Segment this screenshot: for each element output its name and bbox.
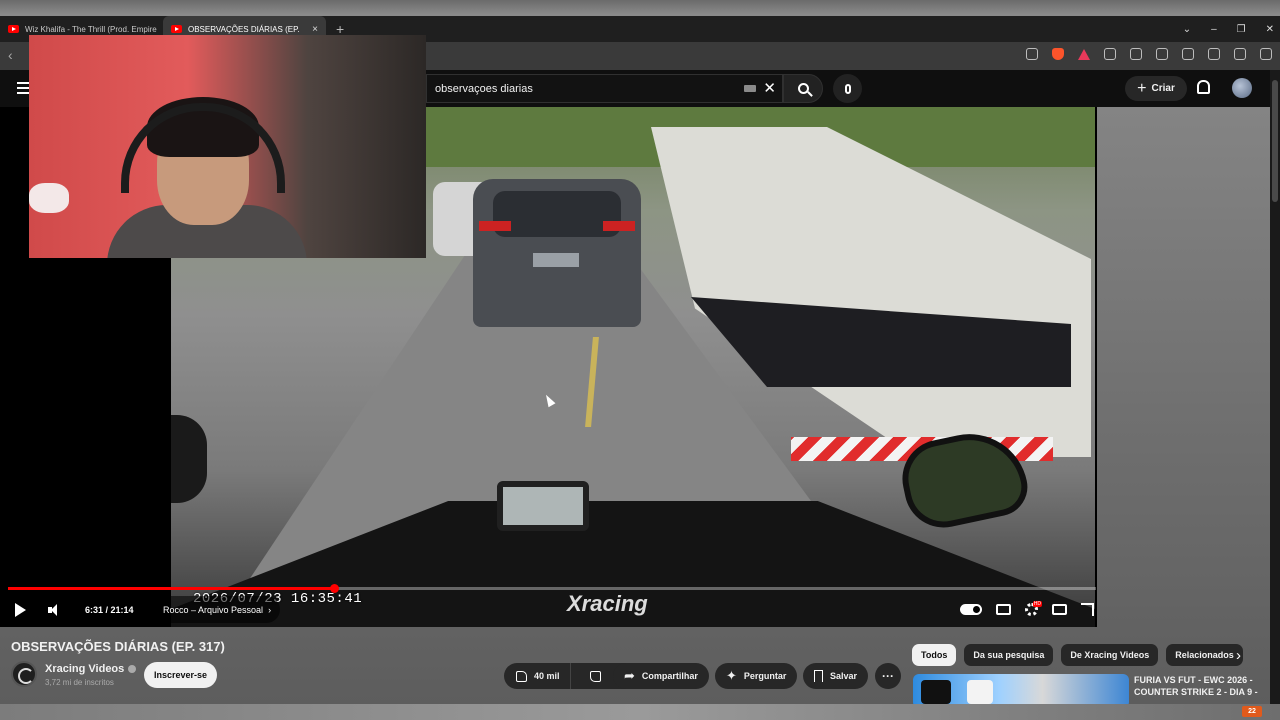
- plus-icon: +: [1137, 79, 1147, 97]
- recommendation-title[interactable]: FURIA VS FUT - EWC 2026 - COUNTER STRIKE…: [1134, 674, 1264, 698]
- hd-badge: HD: [1032, 601, 1042, 607]
- channel-name: Xracing Videos: [45, 663, 125, 675]
- brave-rewards-icon[interactable]: [1078, 48, 1090, 60]
- youtube-favicon-icon: [8, 25, 19, 33]
- player-right-controls: HD: [960, 601, 1094, 616]
- thumbs-down-icon: [589, 670, 601, 682]
- tray-badge[interactable]: 22: [1242, 706, 1262, 717]
- vpn-icon[interactable]: [1234, 48, 1246, 60]
- verified-icon: [128, 665, 137, 673]
- tab-label: OBSERVAÇÕES DIÁRIAS (EP.: [188, 24, 300, 34]
- autoplay-toggle[interactable]: [960, 604, 982, 615]
- video-left-mirror: [171, 415, 207, 503]
- chapter-button[interactable]: Rocco – Arquivo Pessoal ›: [154, 596, 281, 623]
- microphone-icon: [844, 83, 851, 94]
- cast-icon[interactable]: [1026, 48, 1038, 60]
- fullscreen-icon[interactable]: [1081, 603, 1094, 616]
- video-grey-suv: [473, 179, 641, 327]
- menu-icon[interactable]: [1260, 48, 1272, 60]
- voice-search-button[interactable]: [833, 74, 862, 103]
- back-icon[interactable]: ‹: [8, 47, 13, 63]
- thumbs-up-icon: [516, 670, 527, 682]
- window-controls: ⌄ – ❐ ✕: [1183, 16, 1274, 42]
- team-logo-icon: [921, 680, 951, 704]
- search-icon: [797, 83, 809, 94]
- search-button[interactable]: [783, 74, 823, 103]
- tab-label: Wiz Khalifa - The Thrill (Prod. Empire: [25, 24, 157, 34]
- save-button[interactable]: Salvar: [803, 663, 869, 689]
- screen: Wiz Khalifa - The Thrill (Prod. Empire O…: [0, 0, 1280, 720]
- save-label: Salvar: [830, 671, 858, 681]
- chip-related[interactable]: Relacionados: [1166, 644, 1243, 666]
- recommendation-thumbnail[interactable]: [913, 674, 1129, 708]
- headset-icon: [121, 103, 285, 193]
- keyboard-icon[interactable]: [744, 85, 756, 92]
- theater-mode-icon[interactable]: [1052, 604, 1067, 615]
- time-display: 6:31 / 21:14: [76, 596, 143, 623]
- channel-avatar[interactable]: [11, 661, 37, 687]
- chip-all[interactable]: Todos: [912, 644, 957, 666]
- like-button[interactable]: 40 mil: [504, 663, 571, 689]
- sidebar-icon[interactable]: [1156, 48, 1168, 60]
- restore-icon[interactable]: ❐: [1237, 24, 1246, 35]
- search-input[interactable]: observaçoes diarias ✕: [426, 74, 783, 103]
- media-icon[interactable]: [1130, 48, 1142, 60]
- extensions-icon[interactable]: [1104, 48, 1116, 60]
- search-query: observaçoes diarias: [435, 82, 533, 95]
- team-logo-icon: [967, 680, 993, 704]
- minimize-icon[interactable]: –: [1211, 24, 1217, 35]
- create-label: Criar: [1151, 83, 1175, 94]
- play-icon[interactable]: [15, 603, 26, 617]
- volume-icon[interactable]: [48, 603, 62, 617]
- progress-played: [8, 587, 334, 590]
- wallet-icon[interactable]: [1182, 48, 1194, 60]
- subtitles-icon[interactable]: [996, 604, 1011, 615]
- share-arrow-icon: ➦: [624, 668, 635, 683]
- settings-gear-icon[interactable]: HD: [1025, 601, 1042, 616]
- chip-from-channel[interactable]: De Xracing Videos: [1061, 644, 1159, 666]
- share-button[interactable]: ➦ Compartilhar: [613, 663, 709, 689]
- ask-label: Perguntar: [743, 671, 787, 681]
- more-actions-button[interactable]: ···: [875, 663, 901, 689]
- webcam-overlay: [29, 35, 426, 258]
- ask-button[interactable]: ✦ Perguntar: [715, 663, 798, 689]
- taskbar: [0, 704, 1280, 720]
- chapter-label: Rocco – Arquivo Pessoal: [163, 604, 264, 615]
- progress-scrubber[interactable]: [330, 584, 339, 593]
- chevron-right-icon: ›: [268, 604, 272, 615]
- video-watermark: Xracing: [567, 591, 648, 616]
- clear-search-icon[interactable]: ✕: [763, 79, 776, 97]
- close-tab-icon[interactable]: ×: [312, 24, 318, 35]
- youtube-favicon-icon: [171, 25, 182, 33]
- share-label: Compartilhar: [641, 671, 698, 681]
- subscriber-count: 3,72 mi de inscritos: [45, 678, 114, 687]
- brave-shield-icon[interactable]: [1052, 48, 1064, 60]
- create-button[interactable]: + Criar: [1125, 76, 1187, 101]
- like-count: 40 mil: [534, 671, 560, 681]
- dislike-button[interactable]: [578, 663, 613, 689]
- video-dashboard: [497, 481, 589, 531]
- tab-search-icon[interactable]: ⌄: [1183, 24, 1191, 35]
- extensions-bar: [1026, 48, 1272, 60]
- subscribe-button[interactable]: Inscrever-se: [144, 662, 217, 688]
- scrollbar-thumb[interactable]: [1272, 80, 1278, 202]
- bookmark-icon: [814, 670, 823, 682]
- account-avatar[interactable]: [1232, 78, 1252, 98]
- chip-from-search[interactable]: Da sua pesquisa: [964, 644, 1054, 666]
- notifications-bell-icon[interactable]: [1197, 80, 1210, 94]
- sparkle-icon: ✦: [726, 668, 737, 683]
- channel-name-link[interactable]: Xracing Videos: [45, 663, 137, 675]
- chips-next-icon[interactable]: ›: [1236, 647, 1241, 664]
- close-window-icon[interactable]: ✕: [1266, 24, 1274, 35]
- video-title: OBSERVAÇÕES DIÁRIAS (EP. 317): [11, 639, 225, 654]
- leo-icon[interactable]: [1208, 48, 1220, 60]
- recommendation-chips: Todos Da sua pesquisa De Xracing Videos …: [912, 644, 1243, 666]
